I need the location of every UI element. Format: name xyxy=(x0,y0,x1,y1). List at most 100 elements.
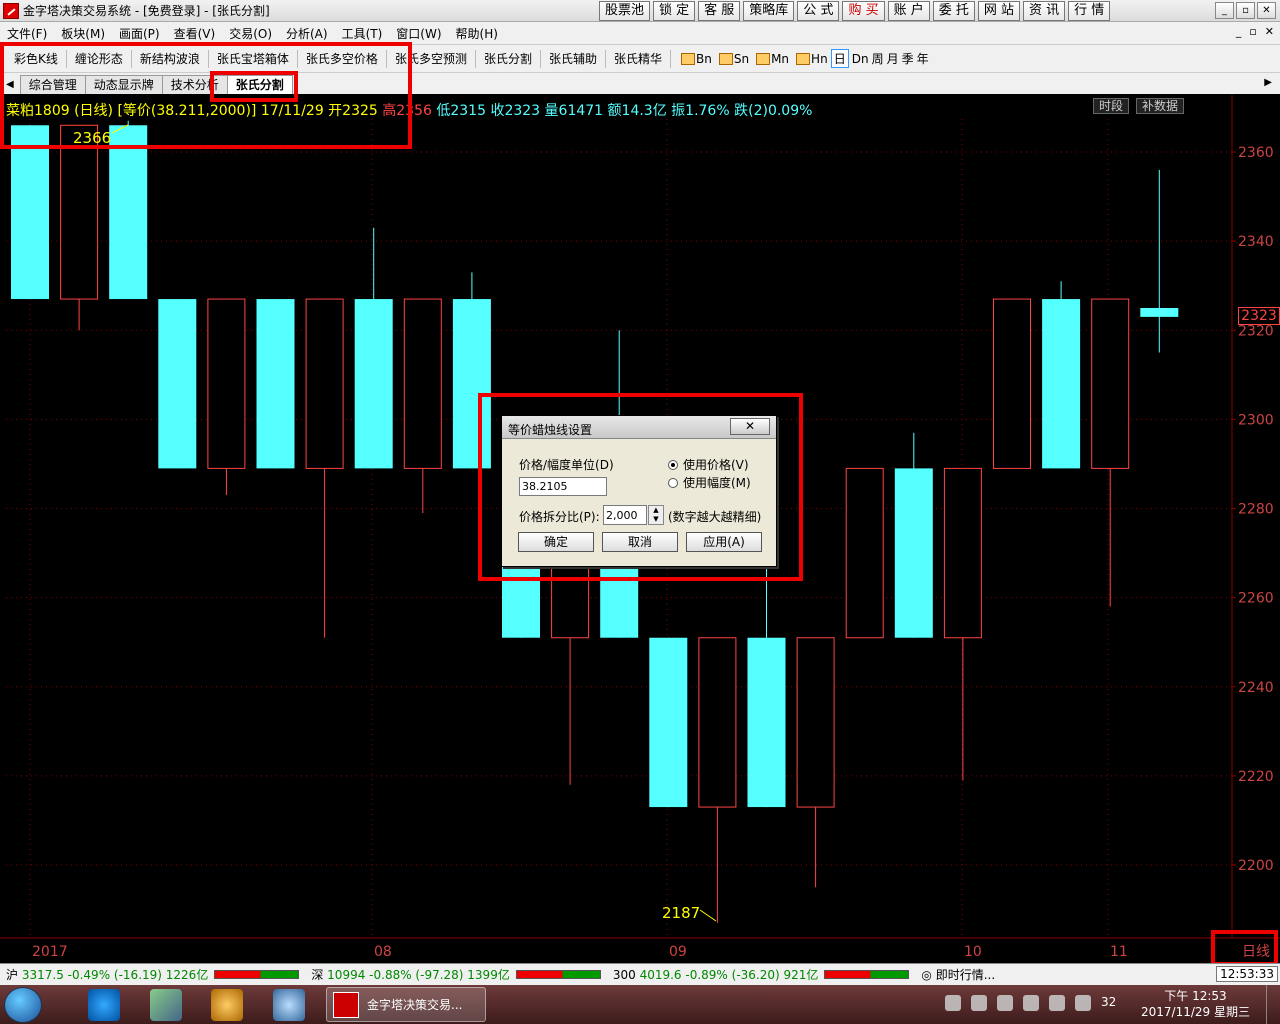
period-hn[interactable]: Hn xyxy=(811,52,828,66)
period-month[interactable]: 月 xyxy=(887,50,899,67)
tab-overview[interactable]: 综合管理 xyxy=(19,75,86,94)
cancel-button[interactable]: 取消 xyxy=(602,532,678,552)
date-open-label: 17/11/29 开2325 xyxy=(260,103,378,119)
sh-bar xyxy=(214,970,300,979)
ie-icon[interactable] xyxy=(88,989,120,1021)
x-tick-label: 10 xyxy=(964,944,982,960)
stock-pool-button[interactable]: 股票池 xyxy=(599,1,651,21)
ok-button[interactable]: 确定 xyxy=(518,532,594,552)
dialog-close-button[interactable]: ✕ xyxy=(730,418,770,435)
menu-tools[interactable]: 工具(T) xyxy=(335,25,390,42)
indicator-chan-shape[interactable]: 缠论形态 xyxy=(67,49,132,68)
start-button[interactable] xyxy=(4,987,42,1023)
y-tick-label: 2220 xyxy=(1238,769,1274,785)
tab-bar: ◀ 综合管理 动态显示牌 技术分析 张氏分割 ▶ xyxy=(0,72,1280,94)
dialog-title: 等价蜡烛线设置 ✕ xyxy=(502,416,776,439)
mdi-minimize-button[interactable]: _ xyxy=(1236,25,1242,38)
shenzhen-index[interactable]: 深 10994 -0.88% (-97.28) 1399亿 xyxy=(311,966,607,983)
period-dn[interactable]: Dn xyxy=(852,52,869,66)
tab-dynamic-board[interactable]: 动态显示牌 xyxy=(84,75,163,94)
account-button[interactable]: 账 户 xyxy=(887,1,930,21)
fill-data-button[interactable]: 补数据 xyxy=(1136,98,1185,114)
title-bar: 金字塔决策交易系统 - [免费登录] - [张氏分割] 股票池 锁 定 客 服 … xyxy=(0,0,1280,22)
palette-icon[interactable] xyxy=(211,989,243,1021)
y-tick-label: 2200 xyxy=(1238,858,1274,874)
menu-screen[interactable]: 画面(P) xyxy=(112,25,167,42)
indicator-split[interactable]: 张氏分割 xyxy=(476,49,541,68)
candle-body xyxy=(943,467,982,639)
indicator-assist[interactable]: 张氏辅助 xyxy=(541,49,606,68)
lock-button[interactable]: 锁 定 xyxy=(653,1,696,21)
amplitude-label: 振1.76% xyxy=(671,103,730,119)
tab-technical[interactable]: 技术分析 xyxy=(161,75,228,94)
period-quarter[interactable]: 季 xyxy=(902,50,914,67)
change-label: 跌(2)0.09% xyxy=(734,103,813,119)
customer-service-button[interactable]: 客 服 xyxy=(698,1,741,21)
realtime-quotes[interactable]: ◎ 即时行情... xyxy=(921,966,995,983)
strategy-library-button[interactable]: 策略库 xyxy=(743,1,795,21)
ratio-input[interactable] xyxy=(603,505,647,525)
volume-icon[interactable] xyxy=(1075,995,1091,1011)
mdi-close-button[interactable]: ✕ xyxy=(1265,25,1274,38)
restore-button[interactable]: ▫ xyxy=(1236,2,1255,19)
tab-scroll-right-icon[interactable]: ▶ xyxy=(1264,77,1272,88)
menu-help[interactable]: 帮助(H) xyxy=(449,25,505,42)
indicator-essence[interactable]: 张氏精华 xyxy=(606,49,671,68)
apply-button[interactable]: 应用(A) xyxy=(686,532,762,552)
period-day[interactable]: 日 xyxy=(830,49,849,68)
time-segment-button[interactable]: 时段 xyxy=(1093,98,1130,114)
candle-body xyxy=(207,298,246,469)
period-bn[interactable]: Bn xyxy=(696,52,712,66)
current-price-tag: 2323 xyxy=(1238,307,1280,325)
quotes-button[interactable]: 行 情 xyxy=(1068,1,1111,21)
taskbar-datetime[interactable]: 下午 12:53 2017/11/29 星期三 xyxy=(1141,988,1250,1020)
indicator-long-short-price[interactable]: 张氏多空价格 xyxy=(298,49,387,68)
menu-analysis[interactable]: 分析(A) xyxy=(279,25,335,42)
low-marker: 2187 xyxy=(662,904,700,922)
news-button[interactable]: 资 讯 xyxy=(1023,1,1066,21)
menu-sector[interactable]: 板块(M) xyxy=(54,25,112,42)
menu-view[interactable]: 查看(V) xyxy=(167,25,223,42)
hs300-index[interactable]: 300 4019.6 -0.89% (-36.20) 921亿 xyxy=(613,966,916,983)
browser-icon[interactable] xyxy=(1023,995,1039,1011)
order-button[interactable]: 委 托 xyxy=(932,1,975,21)
radio-use-price[interactable]: 使用价格(V) xyxy=(668,456,749,473)
shield-icon[interactable] xyxy=(971,995,987,1011)
buy-button[interactable]: 购 买 xyxy=(842,1,885,21)
website-button[interactable]: 网 站 xyxy=(977,1,1021,21)
candle-body xyxy=(894,468,933,638)
radio-use-amplitude[interactable]: 使用幅度(M) xyxy=(668,474,751,491)
paint-app-icon[interactable] xyxy=(150,989,182,1021)
indicator-new-wave[interactable]: 新结构波浪 xyxy=(132,49,209,68)
shanghai-index[interactable]: 沪 3317.5 -0.49% (-16.19) 1226亿 xyxy=(6,966,305,983)
keyboard-icon[interactable] xyxy=(945,995,961,1011)
unit-input[interactable] xyxy=(519,477,607,496)
close-button[interactable]: ✕ xyxy=(1257,2,1276,19)
indicator-tower-box[interactable]: 张氏宝塔箱体 xyxy=(209,49,298,68)
show-desktop-button[interactable] xyxy=(1266,985,1280,1024)
sz-label: 深 xyxy=(311,968,324,982)
period-icon xyxy=(796,52,811,65)
menu-trade[interactable]: 交易(O) xyxy=(222,25,279,42)
display-icon[interactable] xyxy=(1049,995,1065,1011)
period-week[interactable]: 周 xyxy=(872,50,884,67)
minimize-button[interactable]: _ xyxy=(1215,2,1234,19)
network-icon[interactable] xyxy=(997,995,1013,1011)
tab-split[interactable]: 张氏分割 xyxy=(226,75,293,94)
period-icon xyxy=(681,52,695,65)
ratio-spinner[interactable]: ▲ ▼ xyxy=(648,505,664,525)
indicator-long-short-forecast[interactable]: 张氏多空预测 xyxy=(387,49,476,68)
menu-window[interactable]: 窗口(W) xyxy=(389,25,448,42)
candle-body xyxy=(60,124,99,300)
menu-file[interactable]: 文件(F) xyxy=(0,25,54,42)
bird-app-icon[interactable] xyxy=(273,989,305,1021)
formula-button[interactable]: 公 式 xyxy=(797,1,840,21)
period-mn[interactable]: Mn xyxy=(771,52,789,66)
period-year[interactable]: 年 xyxy=(917,50,929,67)
mdi-restore-button[interactable]: ▫ xyxy=(1249,25,1256,38)
indicator-color-kline[interactable]: 彩色K线 xyxy=(6,49,67,68)
task-label: 金字塔决策交易... xyxy=(367,998,463,1012)
taskbar-app-pyramid[interactable]: 金字塔决策交易... xyxy=(326,987,486,1022)
tab-scroll-left-icon[interactable]: ◀ xyxy=(6,79,14,90)
period-sn[interactable]: Sn xyxy=(734,52,749,66)
